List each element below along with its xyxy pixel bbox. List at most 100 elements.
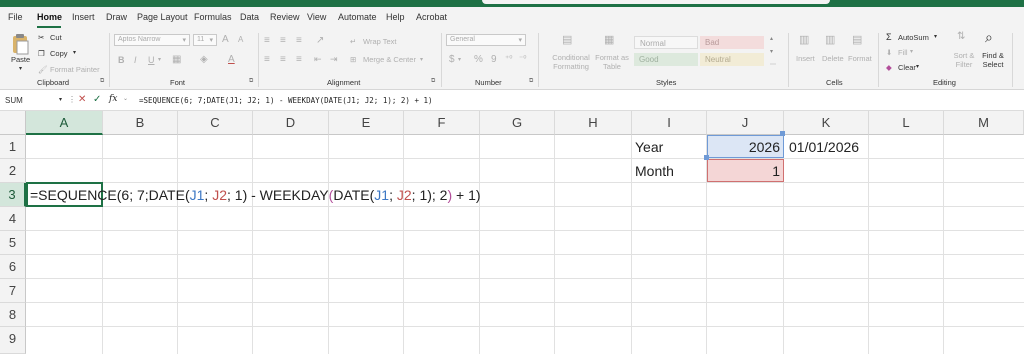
align-middle-icon[interactable]: ≡ <box>280 35 286 46</box>
find-select-button[interactable]: Find & Select <box>979 51 1007 69</box>
font-size-dropdown[interactable]: 11 ▾ <box>193 34 217 46</box>
column-header-f[interactable]: F <box>404 111 480 135</box>
increase-decimal-icon[interactable]: ⁺⁰ <box>505 54 512 63</box>
cell-j1[interactable]: 2026 <box>707 135 780 159</box>
underline-button[interactable]: U <box>148 55 155 65</box>
search-icon[interactable]: ⌕ <box>985 29 993 46</box>
cancel-icon[interactable]: ✕ <box>78 94 86 105</box>
tab-view[interactable]: View <box>307 12 326 22</box>
column-header-h[interactable]: H <box>555 111 632 135</box>
range-handle[interactable] <box>780 131 785 136</box>
row-header-6[interactable]: 6 <box>0 255 26 279</box>
conditional-formatting-icon[interactable]: ▤ <box>562 33 572 46</box>
fill-icon[interactable]: ⬇ <box>886 48 892 57</box>
name-box[interactable]: SUM ▾ <box>2 94 64 108</box>
eraser-icon[interactable]: ◆ <box>886 63 892 72</box>
align-left-icon[interactable]: ≡ <box>264 54 270 65</box>
bold-button[interactable]: B <box>118 55 125 65</box>
column-header-k[interactable]: K <box>784 111 869 135</box>
scissors-icon[interactable]: ✂ <box>38 33 44 42</box>
align-center-icon[interactable]: ≡ <box>280 54 286 65</box>
cut-button[interactable]: Cut <box>50 33 62 42</box>
column-header-m[interactable]: M <box>944 111 1024 135</box>
column-header-g[interactable]: G <box>480 111 555 135</box>
column-header-l[interactable]: L <box>869 111 944 135</box>
column-header-j[interactable]: J <box>707 111 784 135</box>
chevron-down-icon[interactable]: ▾ <box>458 56 461 63</box>
align-right-icon[interactable]: ≡ <box>296 54 302 65</box>
align-bottom-icon[interactable]: ≡ <box>296 35 302 46</box>
tab-home[interactable]: Home <box>37 12 62 22</box>
wrap-text-button[interactable]: Wrap Text <box>363 37 397 46</box>
more-options-icon[interactable]: ⋮ <box>68 95 76 104</box>
select-all-corner[interactable] <box>0 111 26 135</box>
decrease-font-button[interactable]: A <box>238 35 243 44</box>
font-color-icon[interactable]: A <box>228 54 235 65</box>
currency-button[interactable]: $ <box>449 54 455 65</box>
cell-j2[interactable]: 1 <box>707 159 780 183</box>
chevron-up-icon[interactable]: ▴ <box>770 35 773 42</box>
borders-icon[interactable]: ▦ <box>172 54 181 65</box>
percent-button[interactable]: % <box>474 54 483 65</box>
autosum-button[interactable]: AutoSum <box>898 33 929 42</box>
italic-button[interactable]: I <box>134 55 137 65</box>
clear-button[interactable]: Clear <box>898 63 916 72</box>
chevron-down-icon[interactable]: ▾ <box>910 48 913 55</box>
sort-filter-icon[interactable]: ⇅ <box>957 31 965 42</box>
tab-insert[interactable]: Insert <box>72 12 95 22</box>
row-header-1[interactable]: 1 <box>0 135 26 159</box>
tab-data[interactable]: Data <box>240 12 259 22</box>
chevron-down-icon[interactable]: ▾ <box>770 48 773 55</box>
chevron-down-icon[interactable]: ▾ <box>420 56 423 63</box>
format-as-table-icon[interactable]: ▦ <box>604 33 614 46</box>
dialog-launcher-icon[interactable]: ⧉ <box>431 78 435 85</box>
more-styles-icon[interactable]: ⋯ <box>770 61 776 68</box>
row-header-7[interactable]: 7 <box>0 279 26 303</box>
enter-icon[interactable]: ✓ <box>93 94 101 105</box>
dialog-launcher-icon[interactable]: ⧉ <box>100 78 104 85</box>
tab-page-layout[interactable]: Page Layout <box>137 12 188 22</box>
align-top-icon[interactable]: ≡ <box>264 35 270 46</box>
column-header-i[interactable]: I <box>632 111 707 135</box>
chevron-down-icon[interactable]: ▾ <box>934 33 937 40</box>
row-header-3[interactable]: 3 <box>0 183 26 207</box>
merge-icon[interactable]: ⊞ <box>350 55 356 64</box>
wrap-text-icon[interactable]: ↵ <box>350 37 356 46</box>
comma-button[interactable]: 9 <box>491 54 497 65</box>
orientation-icon[interactable]: ↗ <box>316 35 324 46</box>
row-header-8[interactable]: 8 <box>0 303 26 327</box>
font-name-dropdown[interactable]: Aptos Narrow ▾ <box>114 34 190 46</box>
search-box[interactable] <box>482 0 830 4</box>
sigma-icon[interactable]: Σ <box>886 32 892 42</box>
format-painter-button[interactable]: Format Painter <box>50 65 100 74</box>
sort-filter-button[interactable]: Sort & Filter <box>951 51 977 69</box>
dialog-launcher-icon[interactable]: ⧉ <box>529 78 533 85</box>
cell-a3-formula[interactable]: =SEQUENCE(6; 7;DATE(J1; J2; 1) - WEEKDAY… <box>30 183 481 207</box>
increase-indent-icon[interactable]: ⇥ <box>330 54 338 65</box>
column-header-b[interactable]: B <box>103 111 178 135</box>
cell-i1[interactable]: Year <box>635 135 663 159</box>
brush-icon[interactable]: 🖌 <box>38 65 48 74</box>
style-neutral[interactable]: Neutral <box>700 53 764 66</box>
increase-font-button[interactable]: A <box>222 34 229 45</box>
tab-review[interactable]: Review <box>270 12 300 22</box>
format-cells-icon[interactable]: ▤ <box>852 33 862 46</box>
row-header-4[interactable]: 4 <box>0 207 26 231</box>
chevron-down-icon[interactable]: ▾ <box>19 65 22 72</box>
decrease-indent-icon[interactable]: ⇤ <box>314 54 322 65</box>
tab-automate[interactable]: Automate <box>338 12 377 22</box>
fill-button[interactable]: Fill <box>898 48 908 57</box>
fill-color-icon[interactable]: ◈ <box>200 54 208 65</box>
copy-icon[interactable]: ❐ <box>38 49 45 58</box>
paste-button[interactable]: Paste <box>11 55 30 64</box>
decrease-decimal-icon[interactable]: ⁻⁰ <box>519 54 526 63</box>
column-header-e[interactable]: E <box>329 111 404 135</box>
merge-center-button[interactable]: Merge & Center <box>363 55 416 64</box>
row-header-9[interactable]: 9 <box>0 327 26 354</box>
style-normal[interactable]: Normal <box>634 36 698 49</box>
tab-formulas[interactable]: Formulas <box>194 12 232 22</box>
copy-button[interactable]: Copy <box>50 49 68 58</box>
delete-cells-button[interactable]: Delete <box>822 54 844 63</box>
conditional-formatting-button[interactable]: Conditional Formatting <box>546 53 596 71</box>
style-bad[interactable]: Bad <box>700 36 764 49</box>
